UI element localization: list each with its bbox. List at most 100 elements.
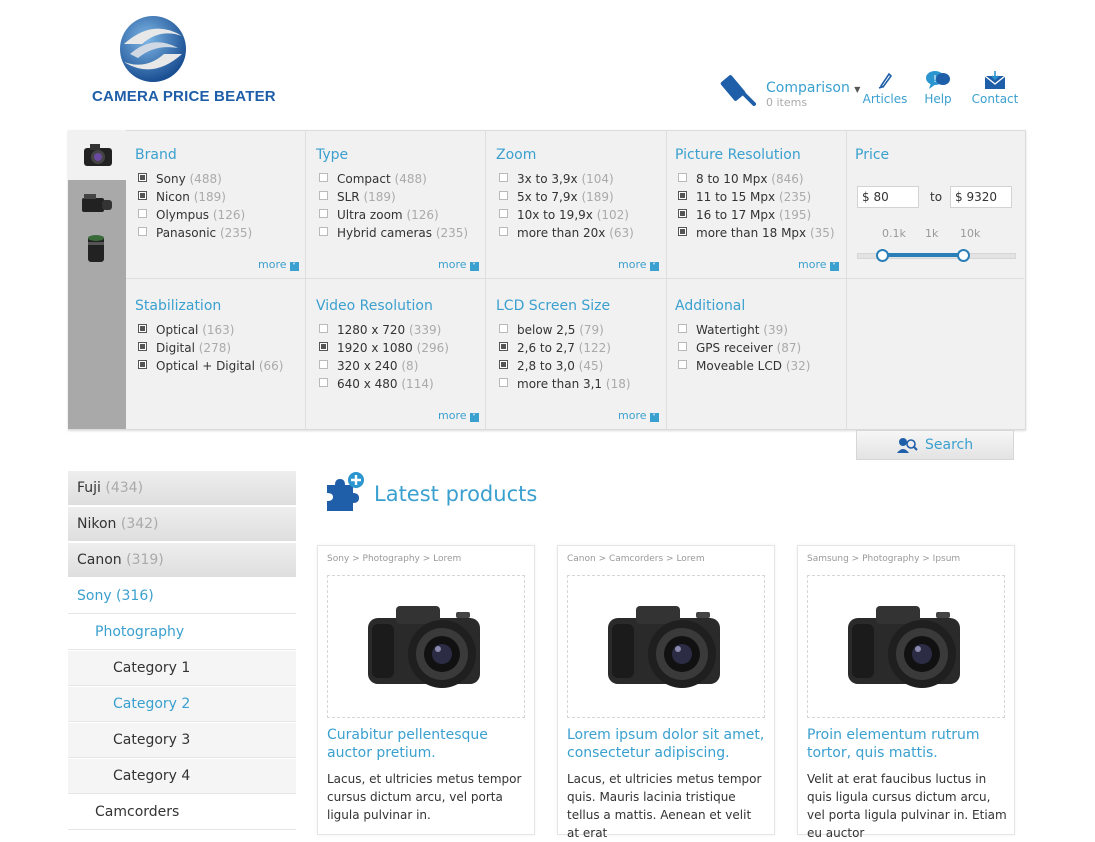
checkbox[interactable] — [319, 209, 328, 218]
product-breadcrumb[interactable]: Canon > Camcorders > Lorem — [567, 554, 705, 564]
more-link[interactable]: more ˅ — [618, 409, 659, 422]
filter-option[interactable]: 2,8 to 3,0 (45) — [499, 359, 603, 373]
filter-option[interactable]: Moveable LCD (32) — [678, 359, 810, 373]
filter-option[interactable]: 3x to 3,9x (104) — [499, 172, 614, 186]
product-title[interactable]: Proin elementum rutrum tortor, quis matt… — [807, 726, 1007, 762]
filter-option[interactable]: 16 to 17 Mpx (195) — [678, 208, 811, 222]
product-image[interactable] — [327, 575, 525, 718]
filter-option[interactable]: more than 3,1 (18) — [499, 377, 631, 391]
checkbox[interactable] — [678, 324, 687, 333]
filter-option[interactable]: 640 x 480 (114) — [319, 377, 434, 391]
checkbox[interactable] — [138, 227, 147, 236]
price-slider-max-handle[interactable] — [957, 249, 970, 262]
more-link[interactable]: more ˅ — [258, 258, 299, 271]
checkbox[interactable] — [138, 191, 147, 200]
price-min-input[interactable]: $ 80 — [857, 186, 919, 208]
nav-articles[interactable]: Articles — [855, 70, 915, 106]
camcorder-icon[interactable] — [76, 188, 116, 222]
checkbox[interactable] — [319, 324, 328, 333]
product-image[interactable] — [567, 575, 765, 718]
checkbox[interactable] — [319, 227, 328, 236]
filter-option[interactable]: below 2,5 (79) — [499, 323, 604, 337]
filter-option[interactable]: Nicon (189) — [138, 190, 226, 204]
checkbox[interactable] — [499, 173, 508, 182]
sidebar-item[interactable]: Fuji (434) — [68, 471, 296, 506]
more-link[interactable]: more ˅ — [618, 258, 659, 271]
filter-option[interactable]: Olympus (126) — [138, 208, 245, 222]
product-title[interactable]: Curabitur pellentesque auctor pretium. — [327, 726, 527, 762]
checkbox[interactable] — [499, 378, 508, 387]
product-card[interactable]: Samsung > Photography > Ipsum Proin eleme… — [797, 545, 1015, 840]
checkbox[interactable] — [319, 378, 328, 387]
filter-option[interactable]: 10x to 19,9x (102) — [499, 208, 629, 222]
checkbox[interactable] — [319, 173, 328, 182]
price-max-input[interactable]: $ 9320 — [950, 186, 1012, 208]
product-image[interactable] — [807, 575, 1005, 718]
checkbox[interactable] — [678, 173, 687, 182]
filter-option[interactable]: Ultra zoom (126) — [319, 208, 439, 222]
checkbox[interactable] — [138, 324, 147, 333]
product-title[interactable]: Lorem ipsum dolor sit amet, consectetur … — [567, 726, 767, 762]
comparison-icon[interactable] — [720, 70, 758, 108]
sidebar-item[interactable]: Category 3 — [68, 723, 296, 758]
sidebar-item[interactable]: Sony (316) — [68, 579, 296, 614]
checkbox[interactable] — [499, 324, 508, 333]
filter-option[interactable]: 1280 x 720 (339) — [319, 323, 441, 337]
sidebar-item[interactable]: Camcorders — [68, 795, 296, 830]
filter-option[interactable]: Compact (488) — [319, 172, 427, 186]
checkbox[interactable] — [499, 209, 508, 218]
product-breadcrumb[interactable]: Samsung > Photography > Ipsum — [807, 554, 960, 564]
more-link[interactable]: more ˅ — [438, 409, 479, 422]
filter-option[interactable]: Digital (278) — [138, 341, 231, 355]
checkbox[interactable] — [138, 342, 147, 351]
sidebar-item[interactable]: Nikon (342) — [68, 507, 296, 542]
checkbox[interactable] — [319, 191, 328, 200]
checkbox[interactable] — [678, 342, 687, 351]
product-card[interactable]: Sony > Photography > Lorem Curabitur pell… — [317, 545, 535, 835]
filter-option[interactable]: Optical (163) — [138, 323, 235, 337]
sidebar-item[interactable]: Canon (319) — [68, 543, 296, 578]
filter-option[interactable]: Optical + Digital (66) — [138, 359, 283, 373]
checkbox[interactable] — [678, 360, 687, 369]
checkbox[interactable] — [138, 173, 147, 182]
lens-icon[interactable] — [76, 232, 116, 266]
nav-contact[interactable]: Contact — [965, 70, 1025, 106]
checkbox[interactable] — [678, 209, 687, 218]
sidebar-item[interactable]: Category 4 — [68, 759, 296, 794]
filter-option[interactable]: 2,6 to 2,7 (122) — [499, 341, 611, 355]
nav-help[interactable]: ! Help — [908, 70, 968, 106]
filter-option[interactable]: GPS receiver (87) — [678, 341, 801, 355]
sidebar-item[interactable]: Category 2 — [68, 687, 296, 722]
checkbox[interactable] — [138, 360, 147, 369]
filter-option[interactable]: 8 to 10 Mpx (846) — [678, 172, 804, 186]
checkbox[interactable] — [319, 360, 328, 369]
checkbox[interactable] — [499, 191, 508, 200]
price-slider-min-handle[interactable] — [876, 249, 889, 262]
filter-option[interactable]: 5x to 7,9x (189) — [499, 190, 614, 204]
filter-option[interactable]: SLR (189) — [319, 190, 396, 204]
comparison-dropdown[interactable]: Comparison ▼ — [766, 80, 860, 96]
checkbox[interactable] — [678, 191, 687, 200]
filter-option[interactable]: more than 20x (63) — [499, 226, 634, 240]
checkbox[interactable] — [678, 227, 687, 236]
search-button[interactable]: Search — [856, 430, 1014, 460]
product-card[interactable]: Canon > Camcorders > Lorem Lorem ipsum do… — [557, 545, 775, 840]
more-link[interactable]: more ˅ — [438, 258, 479, 271]
more-link[interactable]: more ˅ — [798, 258, 839, 271]
sidebar-item[interactable]: Category 1 — [68, 651, 296, 686]
filter-option[interactable]: 1920 x 1080 (296) — [319, 341, 449, 355]
checkbox[interactable] — [319, 342, 328, 351]
filter-option[interactable]: Sony (488) — [138, 172, 222, 186]
checkbox[interactable] — [499, 342, 508, 351]
filter-option[interactable]: Panasonic (235) — [138, 226, 252, 240]
sidebar-item[interactable]: Photography — [68, 615, 296, 650]
filter-option[interactable]: Watertight (39) — [678, 323, 788, 337]
filter-option[interactable]: Hybrid cameras (235) — [319, 226, 468, 240]
filter-option[interactable]: 11 to 15 Mpx (235) — [678, 190, 811, 204]
filter-option[interactable]: 320 x 240 (8) — [319, 359, 418, 373]
product-breadcrumb[interactable]: Sony > Photography > Lorem — [327, 554, 461, 564]
checkbox[interactable] — [499, 360, 508, 369]
filter-option[interactable]: more than 18 Mpx (35) — [678, 226, 835, 240]
checkbox[interactable] — [499, 227, 508, 236]
checkbox[interactable] — [138, 209, 147, 218]
